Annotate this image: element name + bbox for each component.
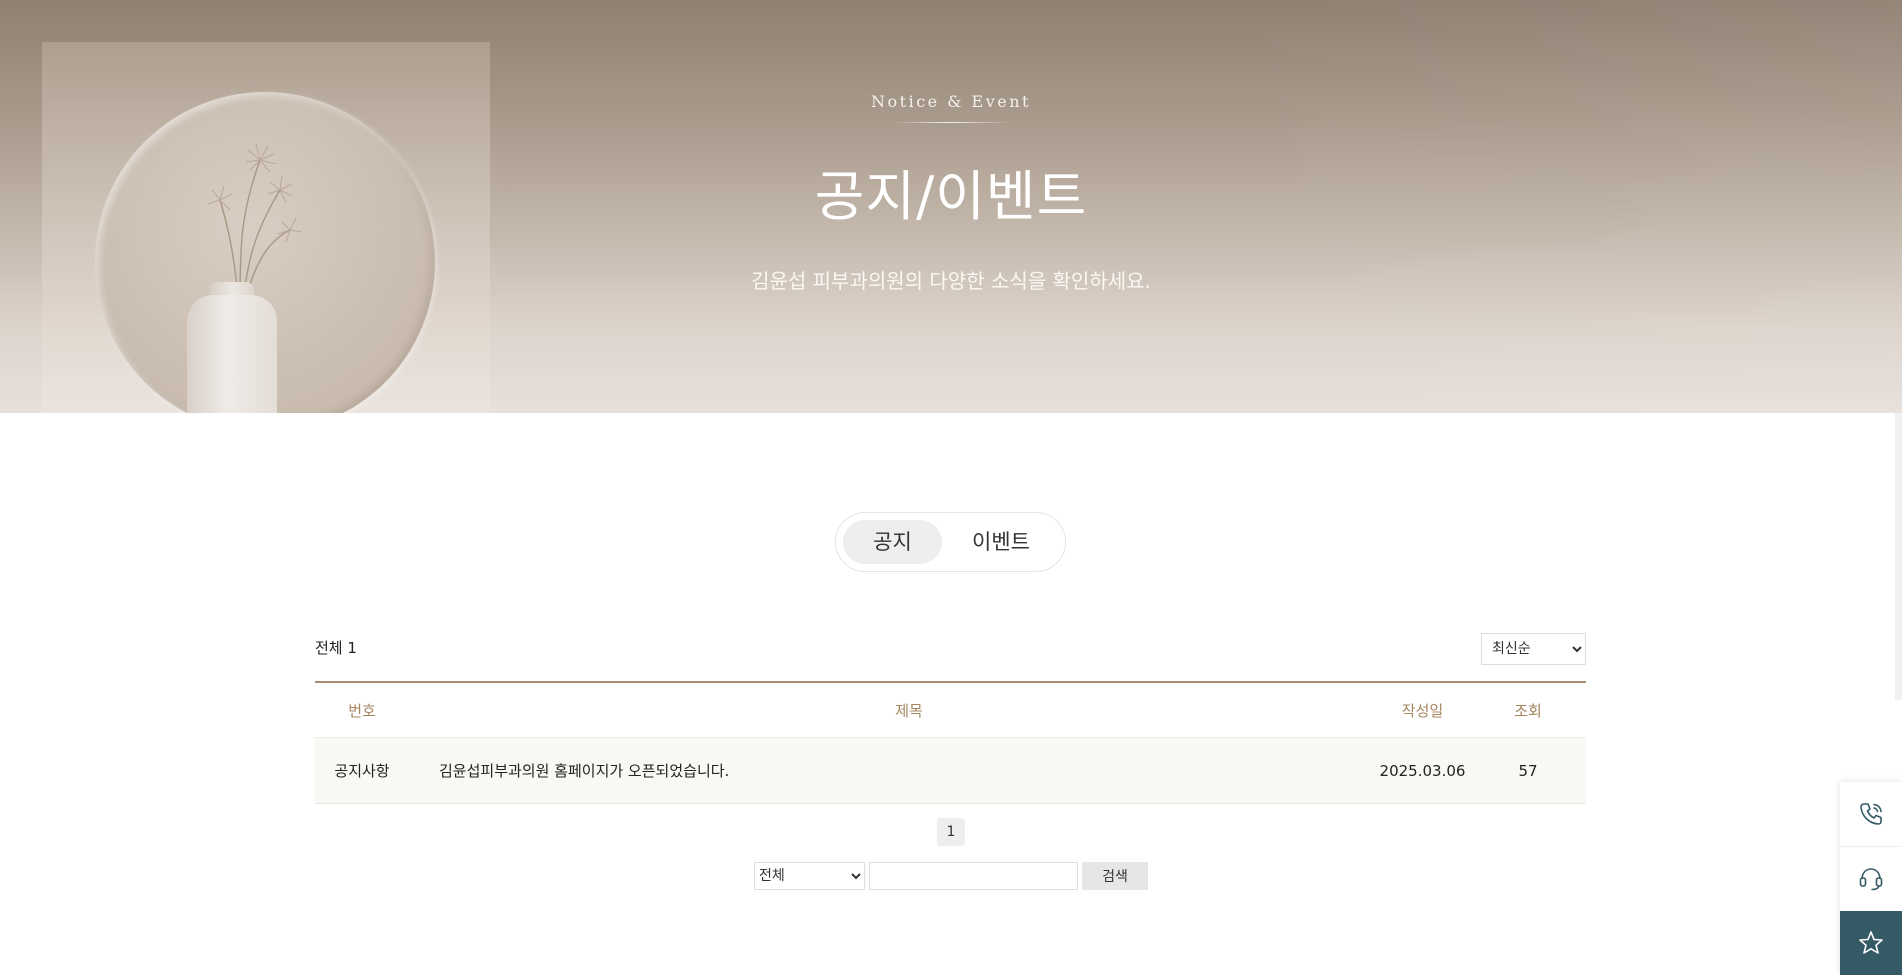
row-views: 57 <box>1518 761 1538 780</box>
quick-consult-button[interactable] <box>1840 846 1902 910</box>
row-title-link[interactable]: 김윤섭피부과의원 홈페이지가 오픈되었습니다. <box>409 738 1409 803</box>
hero-eyebrow-divider <box>891 122 1011 123</box>
hero-vase <box>187 295 277 413</box>
search-field-select[interactable]: 전체 <box>754 862 865 890</box>
row-no: 공지사항 <box>334 762 390 780</box>
quick-call-button[interactable] <box>1840 782 1902 847</box>
total-label: 전체 <box>315 639 343 657</box>
tab-event[interactable]: 이벤트 <box>946 520 1056 564</box>
quick-favorite-button[interactable] <box>1840 911 1902 975</box>
search-input[interactable] <box>869 862 1078 890</box>
phone-icon <box>1860 803 1882 825</box>
total-number: 1 <box>347 639 357 657</box>
headset-icon <box>1859 868 1883 891</box>
tab-notice[interactable]: 공지 <box>843 520 942 564</box>
hero-banner: Notice & Event 공지/이벤트 김윤섭 피부과의원의 다양한 소식을… <box>0 0 1902 413</box>
page-number-current[interactable]: 1 <box>937 818 965 846</box>
search-button[interactable]: 검색 <box>1082 862 1148 890</box>
total-count: 전체 1 <box>315 637 357 658</box>
table-header: 번호 제목 작성일 조회 <box>315 683 1586 738</box>
table-row[interactable]: 공지사항 김윤섭피부과의원 홈페이지가 오픈되었습니다. 2025.03.06 … <box>315 738 1586 804</box>
page-title: 공지/이벤트 <box>814 165 1088 228</box>
col-header-date: 작성일 <box>1401 701 1444 720</box>
col-header-views: 조회 <box>1514 701 1542 720</box>
quick-menu <box>1840 782 1902 975</box>
col-header-no: 번호 <box>348 701 376 720</box>
col-header-title: 제목 <box>895 701 923 720</box>
row-date: 2025.03.06 <box>1379 761 1466 780</box>
sort-select[interactable]: 최신순 <box>1481 633 1586 665</box>
page-subtitle: 김윤섭 피부과의원의 다양한 소식을 확인하세요. <box>751 269 1151 293</box>
notice-board-table: 번호 제목 작성일 조회 공지사항 김윤섭피부과의원 홈페이지가 오픈되었습니다… <box>315 681 1586 804</box>
category-tabs: 공지 이벤트 <box>835 512 1066 572</box>
hero-eyebrow: Notice & Event <box>871 92 1031 111</box>
star-icon <box>1859 931 1883 954</box>
